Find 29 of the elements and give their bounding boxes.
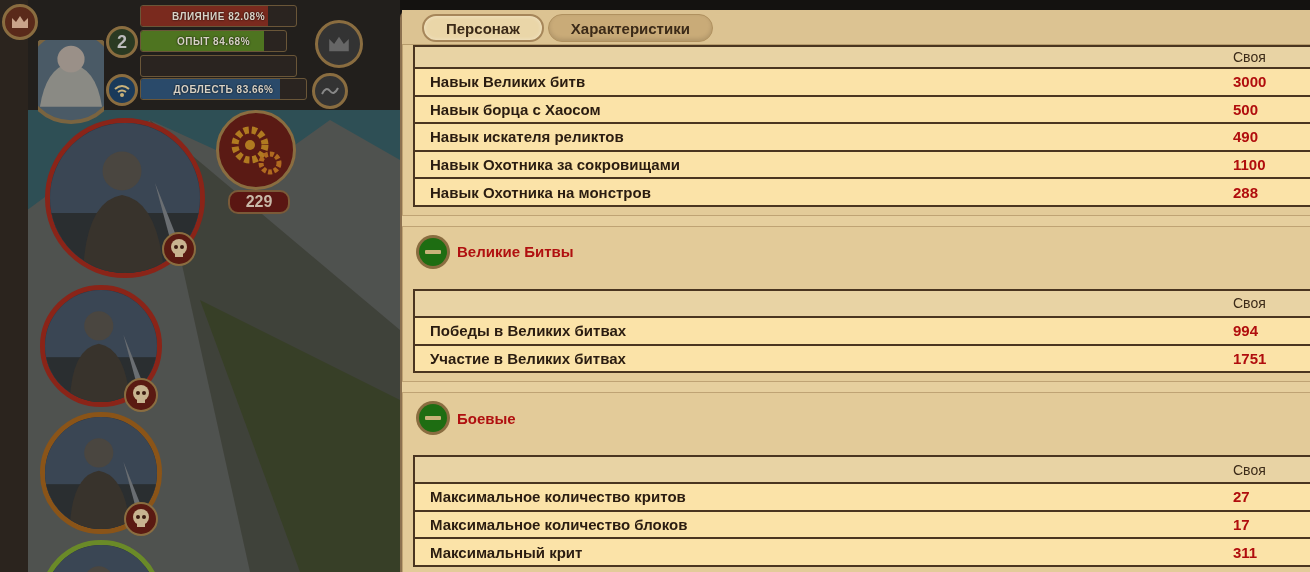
stat-value: 288 bbox=[1233, 183, 1260, 201]
stat-name: Победы в Великих битвах bbox=[429, 322, 628, 340]
section-title: Великие Битвы bbox=[457, 243, 574, 261]
stat-value: 3000 bbox=[1233, 73, 1268, 91]
stat-value: 490 bbox=[1233, 128, 1260, 146]
stat-name: Максимальный крит bbox=[429, 543, 584, 561]
tab[interactable]: Персонаж bbox=[422, 14, 544, 42]
collapse-icon[interactable] bbox=[415, 233, 451, 270]
stat-name: Навык Охотника на монстров bbox=[429, 183, 652, 201]
stat-value: 27 bbox=[1233, 488, 1251, 506]
collapse-icon[interactable] bbox=[415, 400, 451, 437]
stat-name: Навык искателя реликтов bbox=[429, 128, 625, 146]
column-header: Своя bbox=[1233, 461, 1267, 478]
stat-name: Навык Великих битв bbox=[429, 73, 587, 91]
stat-value: 1751 bbox=[1233, 349, 1268, 367]
tab[interactable]: Характеристики bbox=[547, 14, 713, 42]
stat-name: Навык Охотника за сокровищами bbox=[429, 156, 681, 174]
stat-value: 1100 bbox=[1233, 156, 1267, 174]
stat-name: Максимальное количество блоков bbox=[429, 516, 689, 534]
section-title: Боевые bbox=[457, 409, 516, 427]
stat-name: Навык борца с Хаосом bbox=[429, 100, 602, 118]
stat-value: 994 bbox=[1233, 322, 1260, 340]
stat-name: Максимальное количество критов bbox=[429, 488, 687, 506]
stat-value: 500 bbox=[1233, 100, 1260, 118]
stat-name: Участие в Великих битвах bbox=[429, 349, 627, 367]
column-header: Своя bbox=[1233, 295, 1267, 312]
stat-value: 17 bbox=[1233, 516, 1251, 534]
column-header: Своя bbox=[1233, 49, 1267, 65]
stat-value: 311 bbox=[1233, 543, 1259, 561]
